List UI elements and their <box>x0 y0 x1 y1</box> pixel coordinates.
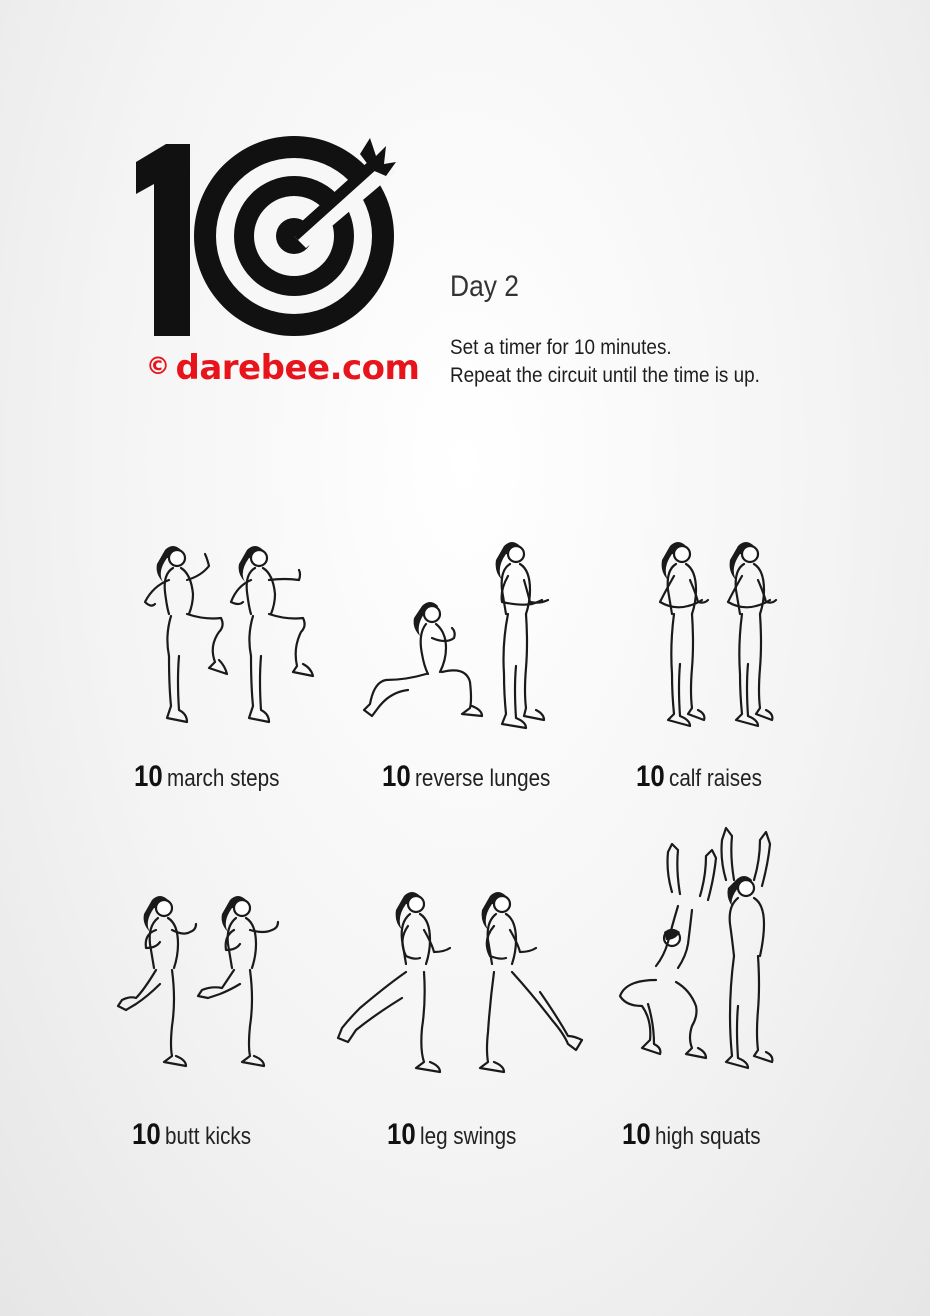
exercise-illustration-high-squats <box>612 826 782 1088</box>
exercise-name: butt kicks <box>165 1123 252 1150</box>
exercise-reps: 10 <box>382 760 411 793</box>
exercise-reps: 10 <box>622 1118 651 1151</box>
copyright-symbol: © <box>146 352 170 380</box>
exercise-illustration-reverse-lunges <box>360 540 560 740</box>
exercise-name: march steps <box>167 765 280 792</box>
exercise-caption-butt-kicks: 10 butt kicks <box>132 1118 251 1152</box>
instructions: Set a timer for 10 minutes. Repeat the c… <box>450 334 828 390</box>
exercise-name: calf raises <box>669 765 762 792</box>
exercise-caption-leg-swings: 10 leg swings <box>387 1118 516 1152</box>
exercise-name: reverse lunges <box>415 765 551 792</box>
exercise-reps: 10 <box>134 760 163 793</box>
logo-10-target <box>136 136 396 336</box>
exercise-reps: 10 <box>387 1118 416 1151</box>
brand-link[interactable]: © darebee.com <box>146 348 420 388</box>
exercise-illustration-butt-kicks <box>112 890 292 1090</box>
exercise-caption-high-squats: 10 high squats <box>622 1118 761 1152</box>
exercise-illustration-leg-swings <box>336 888 584 1088</box>
instruction-line-1: Set a timer for 10 minutes. <box>450 336 672 359</box>
exercise-name: high squats <box>655 1123 761 1150</box>
exercise-caption-march-steps: 10 march steps <box>134 760 279 794</box>
exercise-caption-reverse-lunges: 10 reverse lunges <box>382 760 550 794</box>
exercise-name: leg swings <box>420 1123 517 1150</box>
instruction-line-2: Repeat the circuit until the time is up. <box>450 364 760 387</box>
target-arrow-icon <box>136 136 396 336</box>
exercise-illustration-calf-raises <box>640 540 800 740</box>
brand-site: darebee.com <box>175 348 420 388</box>
exercise-reps: 10 <box>132 1118 161 1151</box>
exercise-reps: 10 <box>636 760 665 793</box>
exercise-caption-calf-raises: 10 calf raises <box>636 760 762 794</box>
day-title: Day 2 <box>450 270 519 303</box>
exercise-illustration-march-steps <box>125 540 315 740</box>
